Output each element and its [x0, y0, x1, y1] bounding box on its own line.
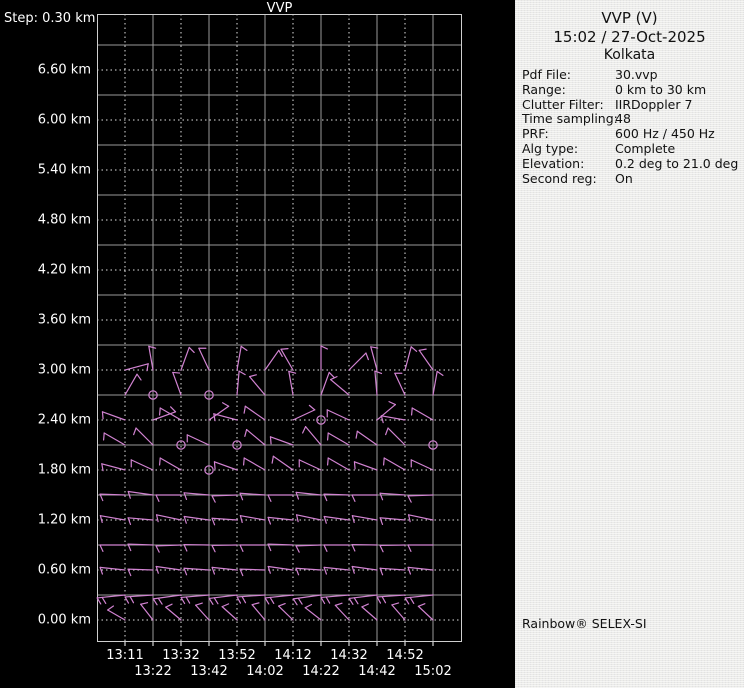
wind-barb-chart [96, 14, 462, 646]
info-row: Clutter Filter: IIRDoppler 7 [522, 96, 742, 113]
y-axis-label: 1.20 km [37, 512, 91, 528]
info-value: 30.vvp [615, 67, 658, 82]
y-axis-label: 5.40 km [37, 162, 91, 178]
y-axis-label: 6.00 km [37, 112, 91, 128]
y-axis-label: 3.00 km [37, 362, 91, 378]
info-label: Range: [522, 81, 566, 97]
y-axis-label: 2.40 km [37, 412, 91, 428]
info-row: Alg type: Complete [522, 140, 742, 157]
vvp-window: { "right_panel": { "title": "VVP (V)", "… [0, 0, 744, 688]
y-axis-label: 1.80 km [37, 462, 91, 478]
wind-profile-plot-panel: VVP Step: 0.30 km 6.60 km 6.00 km 5.40 km 4… [0, 0, 515, 688]
x-axis-label: 13:11 [106, 648, 144, 663]
x-axis-label: 13:22 [134, 664, 172, 679]
wind-barbs [96, 345, 444, 621]
info-label: Second reg: [522, 170, 597, 186]
x-axis-label: 14:52 [386, 648, 424, 663]
info-label: Time sampling: [522, 111, 618, 127]
info-value: 0.2 deg to 21.0 deg [615, 155, 739, 171]
info-label: Pdf File: [522, 67, 571, 82]
info-label: Elevation: [522, 155, 585, 171]
info-value: 48 [615, 111, 631, 127]
info-row: Time sampling: 48 [522, 112, 742, 127]
info-row: Elevation: 0.2 deg to 21.0 deg [522, 155, 742, 172]
y-axis-label: 0.00 km [37, 612, 91, 628]
product-datetime: 15:02 / 27-Oct-2025 [553, 28, 706, 47]
info-value: IIRDoppler 7 [615, 96, 693, 112]
info-row: Range: 0 km to 30 km [522, 81, 742, 98]
product-info-panel: VVP (V) 15:02 / 27-Oct-2025 Kolkata Pdf … [515, 0, 744, 688]
info-row: Pdf File: 30.vvp [522, 67, 742, 83]
info-value: 600 Hz / 450 Hz [615, 126, 715, 142]
plot-area [96, 14, 462, 646]
product-header: VVP (V) 15:02 / 27-Oct-2025 Kolkata [515, 9, 744, 65]
y-axis-label: 4.80 km [37, 212, 91, 228]
info-label: PRF: [522, 126, 549, 142]
x-axis-label: 13:42 [190, 664, 228, 679]
x-axis-label: 14:32 [330, 648, 368, 663]
height-step-label: Step: 0.30 km [4, 11, 96, 26]
x-axis-label: 13:32 [162, 648, 200, 663]
y-axis-label: 6.60 km [37, 62, 91, 78]
info-row: Second reg: On [522, 170, 742, 187]
x-axis-label: 14:02 [246, 664, 284, 679]
y-axis-label: 4.20 km [37, 262, 91, 278]
info-label: Clutter Filter: [522, 96, 604, 112]
x-axis-label: 14:12 [274, 648, 312, 663]
x-axis-label: 14:22 [302, 664, 340, 679]
info-value: On [615, 170, 633, 186]
info-label: Alg type: [522, 140, 579, 156]
x-axis-label: 13:52 [218, 648, 256, 663]
vendor-brand-label: Rainbow® SELEX-SI [522, 616, 647, 631]
x-axis-label: 14:42 [358, 664, 396, 679]
y-axis-label: 0.60 km [37, 562, 91, 578]
y-axis-label: 3.60 km [37, 312, 91, 328]
info-value: Complete [615, 140, 676, 156]
info-row: PRF: 600 Hz / 450 Hz [522, 126, 742, 142]
site-name: Kolkata [603, 47, 656, 64]
product-title: VVP (V) [601, 9, 658, 27]
x-axis-label: 15:02 [414, 664, 452, 679]
product-parameters: Pdf File: 30.vvp Range: 0 km to 30 km Clutte… [522, 67, 742, 187]
info-value: 0 km to 30 km [615, 81, 707, 97]
